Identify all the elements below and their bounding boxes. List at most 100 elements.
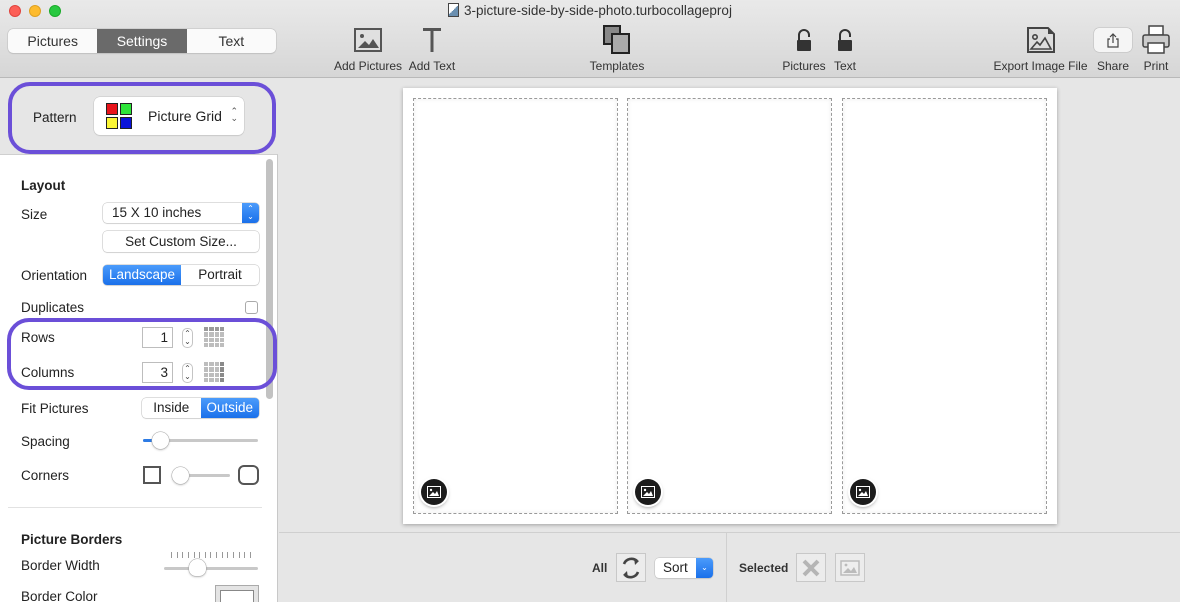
- refresh-icon: [622, 557, 640, 578]
- toolbar: 3-picture-side-by-side-photo.turbocollag…: [0, 0, 1180, 78]
- columns-stepper[interactable]: ⌃ ⌄: [182, 363, 193, 383]
- export-image-button[interactable]: Export Image File: [993, 24, 1088, 73]
- image-icon: [354, 28, 382, 52]
- orientation-control: Landscape Portrait: [103, 265, 259, 285]
- add-text-label: Add Text: [408, 59, 456, 73]
- image-icon: [641, 486, 655, 498]
- window-title-text: 3-picture-side-by-side-photo.turbocollag…: [464, 3, 732, 18]
- add-picture-to-cell-button[interactable]: [421, 479, 447, 505]
- add-text-button[interactable]: Add Text: [407, 24, 457, 73]
- border-color-swatch: [220, 590, 254, 602]
- image-icon: [427, 486, 441, 498]
- replace-selected-image-button[interactable]: [835, 553, 865, 582]
- size-value: 15 X 10 inches: [112, 205, 202, 220]
- columns-grid-icon: [204, 362, 224, 382]
- add-picture-to-cell-button[interactable]: [850, 479, 876, 505]
- set-custom-size-button[interactable]: Set Custom Size...: [103, 231, 259, 252]
- image-icon: [840, 559, 860, 576]
- collage-page: [403, 88, 1057, 524]
- printer-icon: [1142, 25, 1170, 54]
- size-select[interactable]: 15 X 10 inches ⌃ ⌄: [103, 203, 259, 223]
- collage-canvas-area: [279, 79, 1180, 532]
- updown-chevron-icon: ⌃ ⌄: [242, 203, 259, 223]
- settings-panel: Layout Size 15 X 10 inches ⌃ ⌄ Set Custom…: [0, 154, 278, 602]
- rows-stepper[interactable]: ⌃ ⌄: [182, 328, 193, 348]
- picture-cell-1[interactable]: [413, 98, 618, 514]
- border-width-slider-knob[interactable]: [188, 559, 206, 576]
- templates-icon: [603, 25, 630, 54]
- add-pictures-button[interactable]: Add Pictures: [334, 24, 402, 73]
- border-width-slider[interactable]: [164, 567, 258, 570]
- orientation-portrait[interactable]: Portrait: [181, 265, 259, 285]
- sort-select[interactable]: Sort ⌄: [655, 558, 713, 578]
- document-icon: [448, 3, 460, 17]
- columns-input[interactable]: 3: [142, 362, 173, 383]
- shuffle-all-button[interactable]: [616, 553, 646, 582]
- duplicates-checkbox[interactable]: [245, 301, 258, 314]
- add-picture-to-cell-button[interactable]: [635, 479, 661, 505]
- pattern-select[interactable]: Picture Grid ⌃ ⌄: [94, 97, 244, 135]
- fit-pictures-control: Inside Outside: [142, 398, 259, 418]
- share-label: Share: [1096, 59, 1130, 73]
- sort-value: Sort: [663, 560, 688, 575]
- window-title: 3-picture-side-by-side-photo.turbocollag…: [0, 3, 1180, 18]
- unlock-icon: [797, 29, 811, 51]
- pattern-grid-icon: [106, 103, 134, 129]
- rows-input[interactable]: 1: [142, 327, 173, 348]
- rows-label: Rows: [21, 330, 55, 345]
- border-width-ticks: [171, 552, 251, 558]
- orientation-landscape[interactable]: Landscape: [103, 265, 181, 285]
- tab-settings[interactable]: Settings: [97, 29, 187, 53]
- corners-slider-knob[interactable]: [172, 467, 189, 484]
- rows-grid-icon: [204, 327, 224, 347]
- share-icon: [1107, 32, 1119, 48]
- border-color-label: Border Color: [21, 589, 98, 602]
- app-window: 3-picture-side-by-side-photo.turbocollag…: [0, 0, 1180, 602]
- templates-button[interactable]: Templates: [586, 24, 648, 73]
- image-icon: [856, 486, 870, 498]
- scrollbar[interactable]: [266, 159, 273, 399]
- bottom-bar-divider: [726, 533, 727, 602]
- pattern-label: Pattern: [33, 110, 77, 125]
- all-label: All: [592, 561, 608, 575]
- export-image-icon: [1026, 27, 1055, 53]
- rounded-corner-icon: [238, 465, 259, 485]
- close-x-icon: [802, 559, 820, 576]
- columns-label: Columns: [21, 365, 75, 380]
- spacing-label: Spacing: [21, 434, 70, 449]
- fit-outside[interactable]: Outside: [200, 398, 259, 418]
- chevron-down-icon: ⌄: [696, 558, 713, 578]
- picture-cell-3[interactable]: [842, 98, 1047, 514]
- duplicates-label: Duplicates: [21, 300, 85, 315]
- lock-pictures-button[interactable]: Pictures: [780, 24, 828, 73]
- templates-label: Templates: [589, 59, 645, 73]
- fit-pictures-label: Fit Pictures: [21, 401, 89, 416]
- lock-pictures-label: Pictures: [782, 59, 826, 73]
- spacing-slider-knob[interactable]: [152, 432, 170, 449]
- pattern-area: Pattern Picture Grid ⌃ ⌄: [0, 79, 278, 154]
- unlock-icon: [838, 29, 852, 51]
- bottom-bar: All Sort ⌄ Selected: [279, 532, 1180, 602]
- fit-inside[interactable]: Inside: [142, 398, 201, 418]
- tab-text[interactable]: Text: [187, 29, 276, 53]
- updown-chevron-icon: ⌃ ⌄: [230, 106, 238, 123]
- share-button[interactable]: Share: [1093, 24, 1133, 73]
- remove-selected-button[interactable]: [796, 553, 826, 582]
- sidebar-tabs: Pictures Settings Text: [8, 29, 276, 53]
- orientation-label: Orientation: [21, 268, 88, 283]
- print-label: Print: [1143, 59, 1169, 73]
- pattern-value: Picture Grid: [148, 108, 222, 124]
- tab-pictures[interactable]: Pictures: [8, 29, 97, 53]
- border-width-label: Border Width: [21, 558, 100, 573]
- print-button[interactable]: Print: [1140, 24, 1172, 73]
- border-color-well[interactable]: [215, 585, 259, 602]
- selected-label: Selected: [739, 561, 789, 575]
- layout-section-title: Layout: [21, 178, 66, 193]
- picture-cell-2[interactable]: [627, 98, 832, 514]
- picture-borders-section-title: Picture Borders: [21, 532, 123, 547]
- lock-text-button[interactable]: Text: [830, 24, 860, 73]
- export-image-label: Export Image File: [993, 59, 1088, 73]
- text-t-icon: [423, 28, 441, 52]
- square-corner-icon: [143, 466, 161, 484]
- size-label: Size: [21, 207, 48, 222]
